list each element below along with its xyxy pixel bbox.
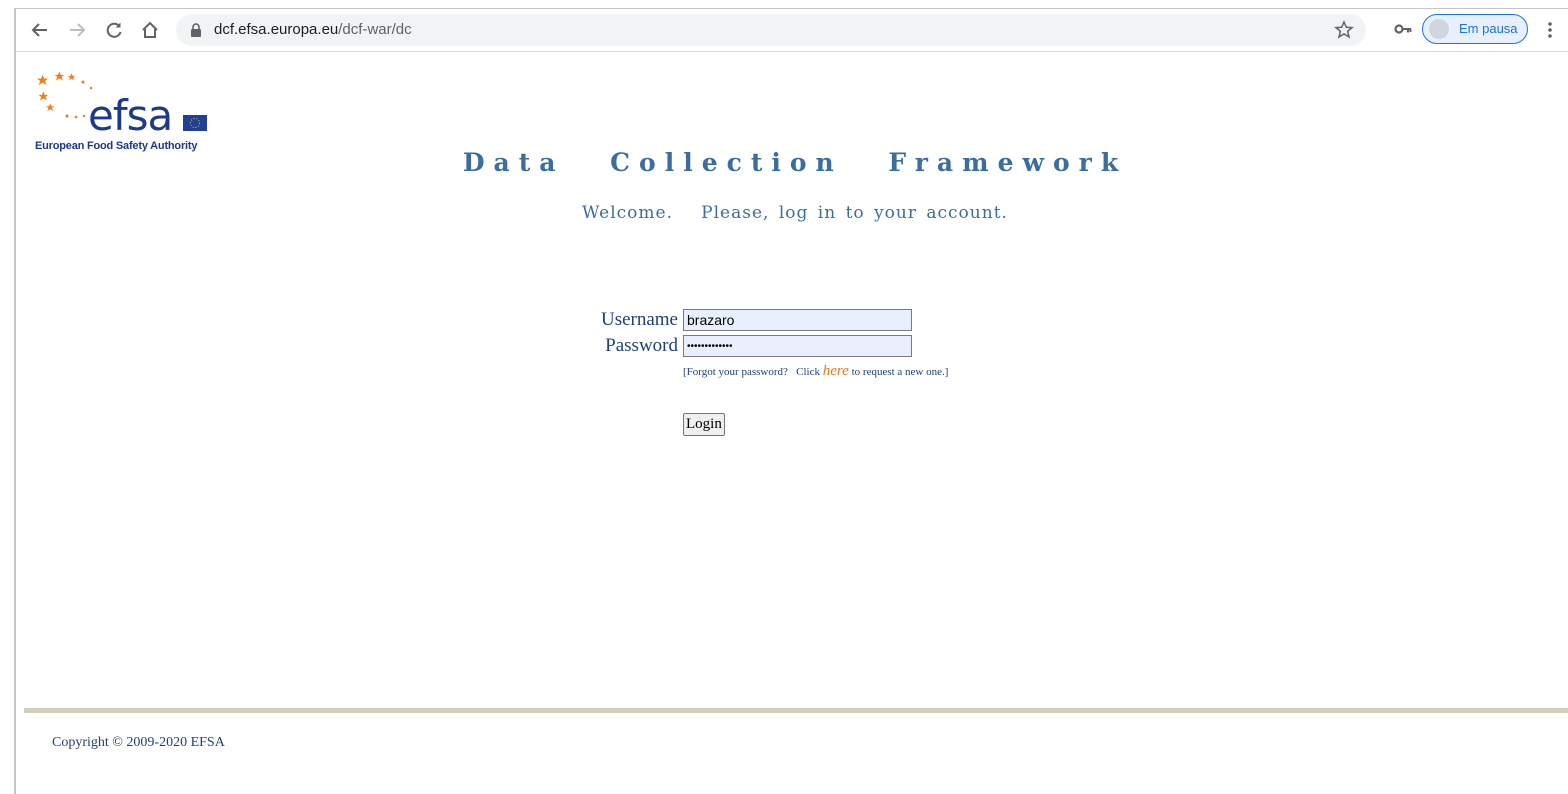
- browser-toolbar: dcf.efsa.europa.eu/dcf-war/dc Em pausa: [16, 9, 1568, 52]
- url-text[interactable]: dcf.efsa.europa.eu/dcf-war/dc: [214, 21, 412, 38]
- window-margin: [0, 0, 14, 794]
- copyright-text: Copyright © 2009-2020 EFSA: [52, 735, 225, 750]
- request-password-link[interactable]: here: [823, 363, 849, 379]
- key-icon[interactable]: [1394, 22, 1412, 36]
- lock-icon[interactable]: [190, 23, 202, 37]
- forgot-prefix: [Forgot your password? Click: [683, 366, 823, 378]
- eu-flag-icon: [183, 115, 207, 131]
- more-vert-icon[interactable]: [1542, 20, 1558, 40]
- window-left-border: [14, 8, 16, 794]
- username-label: Username: [600, 309, 678, 330]
- profile-button[interactable]: Em pausa: [1422, 14, 1528, 44]
- url-path: /dcf-war/dc: [338, 21, 412, 38]
- avatar: [1429, 19, 1449, 39]
- password-label: Password: [605, 335, 678, 356]
- footer-divider: [24, 708, 1568, 713]
- address-bar[interactable]: dcf.efsa.europa.eu/dcf-war/dc: [176, 14, 1366, 46]
- welcome-message: Welcome. Please, log in to your account.: [582, 203, 1008, 223]
- page-title-text: Data Collection Framework: [462, 148, 1128, 177]
- forgot-password-text: [Forgot your password? Click here to req…: [683, 363, 948, 380]
- forward-arrow-icon[interactable]: [64, 17, 90, 43]
- url-host: dcf.efsa.europa.eu: [214, 21, 339, 38]
- password-field[interactable]: [683, 335, 912, 357]
- login-button[interactable]: Login: [683, 413, 725, 436]
- back-arrow-icon[interactable]: [27, 17, 53, 43]
- bookmark-star-icon[interactable]: [1334, 20, 1354, 40]
- logo-wordmark: efsa: [88, 91, 172, 140]
- forgot-suffix: to request a new one.]: [848, 366, 949, 378]
- reload-icon[interactable]: [101, 17, 127, 43]
- username-field[interactable]: [683, 309, 912, 331]
- page-title: Data Collection Framework: [0, 148, 1568, 177]
- logo-stars-icon: [37, 71, 93, 119]
- profile-label: Em pausa: [1459, 21, 1518, 36]
- home-icon[interactable]: [137, 17, 163, 43]
